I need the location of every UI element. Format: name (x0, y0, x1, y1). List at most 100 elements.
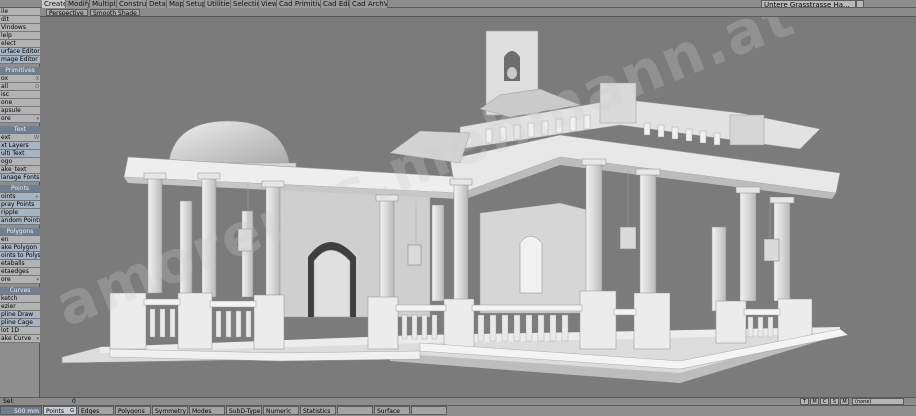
tab-create[interactable]: Create (42, 0, 66, 8)
numeric-button[interactable]: Numeric (263, 406, 299, 415)
logo-button[interactable]: ogo (0, 158, 40, 166)
capsule-tool[interactable]: apsule (0, 107, 40, 115)
tab-detail[interactable]: Detail (147, 0, 167, 8)
ripple-button[interactable]: ripple (0, 209, 40, 217)
chevron-down-icon: ▾ (36, 116, 39, 122)
make-polygon-button[interactable]: ake Polygon (0, 244, 40, 252)
make-text-button[interactable]: ake_text (0, 166, 40, 174)
top-tab-bar: Create Modify Multiply Construct Detail … (0, 0, 916, 8)
viewport-header: Perspective Smooth Shade (40, 8, 916, 17)
make-curve-label: ake Curve (1, 335, 32, 342)
image-editor-button[interactable]: mage Editor (0, 56, 40, 64)
morph-toggle[interactable]: M (840, 398, 849, 405)
statistics-button[interactable]: Statistics (300, 406, 336, 415)
tab-multiply[interactable]: Multiply (90, 0, 117, 8)
multi-text-button[interactable]: ulti Text (0, 150, 40, 158)
pen-tool[interactable]: en (0, 236, 40, 244)
box-tool-key: X (35, 76, 39, 82)
shade-mode-dropdown[interactable]: Smooth Shade (90, 9, 140, 16)
status-line: Sel: 0 T M C S M (none) (0, 397, 916, 405)
sketch-toggle[interactable]: S (830, 398, 839, 405)
box-tool[interactable]: ox X (0, 75, 40, 83)
bottom-toolbar: 500 mm Points G Edges Polygons Symmetry M… (0, 405, 916, 416)
curves-header: Curves (0, 287, 40, 295)
points-mode-key: G (70, 408, 74, 414)
cone-tool[interactable]: one (0, 99, 40, 107)
polygons-mode-button[interactable]: Polygons (115, 406, 151, 415)
texture-toggle[interactable]: T (800, 398, 809, 405)
extra-button[interactable] (411, 406, 447, 415)
points-mode-button[interactable]: Points G (43, 406, 77, 415)
cone-tool-label: one (1, 99, 13, 106)
tab-cad-primitives[interactable]: Cad Primitives (277, 0, 321, 8)
tab-selection[interactable]: Selection (231, 0, 259, 8)
color-toggle[interactable]: C (820, 398, 829, 405)
tab-view[interactable]: View (259, 0, 277, 8)
spline-draw-button[interactable]: pline Draw (0, 311, 40, 319)
tab-cad-edit[interactable]: Cad Edit (321, 0, 350, 8)
capsule-tool-label: apsule (1, 107, 21, 114)
points-tool-key: + (34, 194, 39, 200)
material-toggle[interactable]: M (810, 398, 819, 405)
more-polygons-button[interactable]: ore ▾ (0, 276, 40, 284)
model-name-field[interactable]: Untere Grasstrasse Ha... (761, 0, 856, 8)
info-button[interactable] (337, 406, 373, 415)
make-curve-button[interactable]: ake Curve ▾ (0, 335, 40, 343)
menu-help[interactable]: lelp (0, 32, 40, 40)
polygons-header: Polygons (0, 228, 40, 236)
plot-1d-button[interactable]: lot 1D (0, 327, 40, 335)
view-mode-dropdown[interactable]: Perspective (46, 9, 88, 16)
edges-mode-button[interactable]: Edges (78, 406, 114, 415)
spline-cage-button[interactable]: pline Cage (0, 319, 40, 327)
modes-dropdown[interactable]: Modes (189, 406, 225, 415)
symmetry-button[interactable]: Symmetry (152, 406, 188, 415)
ball-tool-key: O (35, 84, 39, 90)
surface-editor-button[interactable]: urface Editor (0, 48, 40, 56)
text-layers-button[interactable]: xt Layers (0, 142, 40, 150)
disc-tool[interactable]: isc (0, 91, 40, 99)
tab-cad-archviz[interactable]: Cad ArchViz (350, 0, 388, 8)
text-tool-key: W (34, 135, 39, 141)
chevron-down-icon: ▾ (36, 277, 39, 283)
points-header: Points (0, 185, 40, 193)
more-primitives-button[interactable]: ore ▾ (0, 115, 40, 123)
points-mode-label: Points (46, 408, 65, 415)
surface-selector[interactable]: (none) (852, 398, 904, 405)
gazebo-model-render (40, 17, 916, 403)
random-points-button[interactable]: andom Points (0, 217, 40, 225)
tab-setup[interactable]: Setup (184, 0, 205, 8)
ball-tool[interactable]: all O (0, 83, 40, 91)
points-to-polys-button[interactable]: oints to Polys (0, 252, 40, 260)
text-tool[interactable]: ext W (0, 134, 40, 142)
tab-construct[interactable]: Construct (117, 0, 147, 8)
menu-file[interactable]: ile (0, 8, 40, 16)
disc-tool-label: isc (1, 91, 10, 98)
box-tool-label: ox (1, 75, 9, 82)
text-header: Text (0, 126, 40, 134)
more-polygons-label: ore (1, 276, 11, 283)
tab-utilities[interactable]: Utilities (205, 0, 231, 8)
perspective-viewport[interactable]: amoreuss.mehmann.at (40, 17, 916, 403)
subd-type-dropdown[interactable]: SubD-Type (226, 406, 262, 415)
tool-sidebar: ile dit Vindows lelp elect urface Editor… (0, 8, 40, 403)
metaballs-button[interactable]: etaballs (0, 260, 40, 268)
tab-map[interactable]: Map (167, 0, 184, 8)
bezier-tool[interactable]: ezier (0, 303, 40, 311)
surface-button[interactable]: Surface (374, 406, 410, 415)
chevron-down-icon: ▾ (36, 336, 39, 342)
ball-tool-label: all (1, 83, 9, 90)
primitives-header: Primitives (0, 67, 40, 75)
grid-size-readout: 500 mm (0, 406, 42, 415)
text-tool-label: ext (1, 134, 11, 141)
points-tool[interactable]: oints + (0, 193, 40, 201)
model-dropdown-arrow[interactable] (856, 0, 864, 8)
spray-points-button[interactable]: pray Points (0, 201, 40, 209)
menu-windows[interactable]: Vindows (0, 24, 40, 32)
metaedges-button[interactable]: etaedges (0, 268, 40, 276)
sketch-tool[interactable]: ketch (0, 295, 40, 303)
more-primitives-label: ore (1, 115, 11, 122)
menu-select[interactable]: elect (0, 40, 40, 48)
menu-edit[interactable]: dit (0, 16, 40, 24)
manage-fonts-button[interactable]: lanage Fonts (0, 174, 40, 182)
tab-modify[interactable]: Modify (66, 0, 90, 8)
